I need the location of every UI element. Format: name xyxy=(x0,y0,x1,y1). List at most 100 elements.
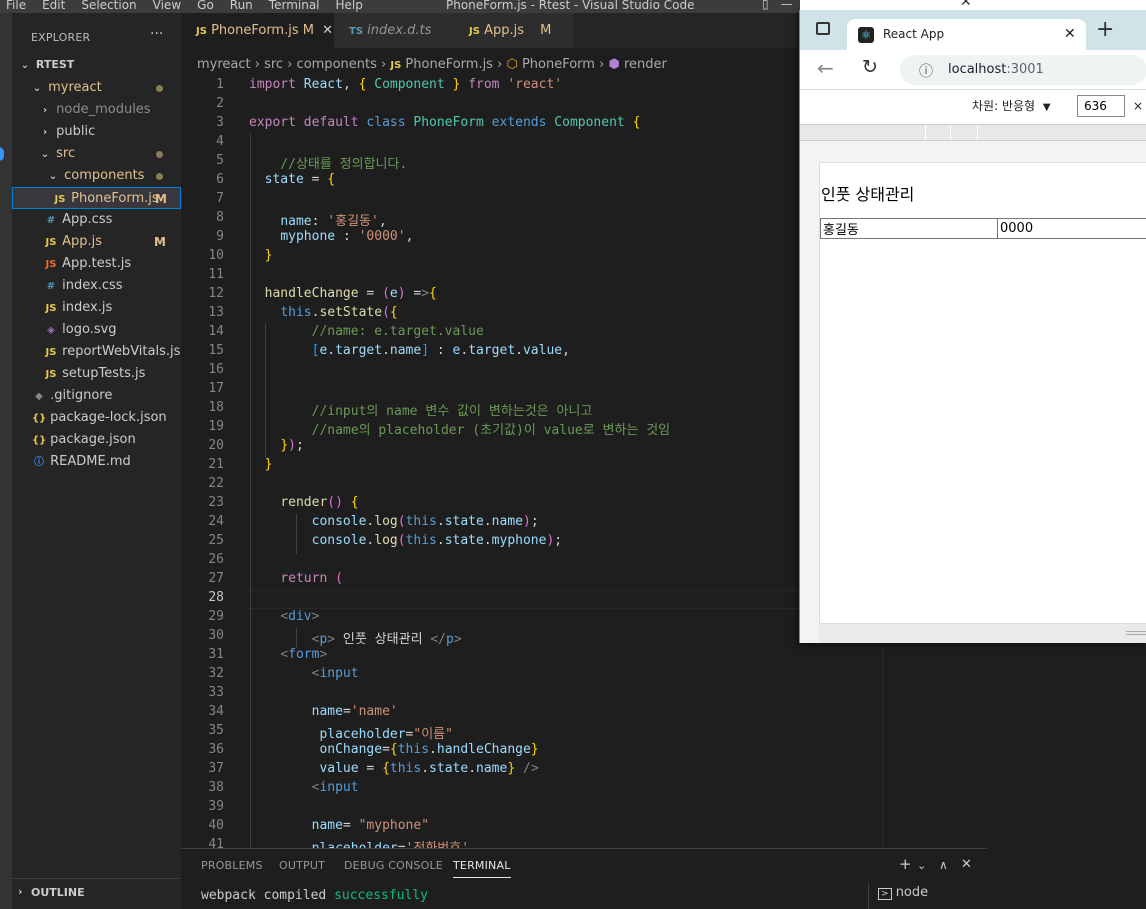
minimap[interactable] xyxy=(882,643,987,848)
chevron-down-icon[interactable]: ⌄ xyxy=(917,859,926,872)
panel-tab-problems[interactable]: PROBLEMS xyxy=(201,859,263,872)
tree-root[interactable]: ⌄ RTEST xyxy=(12,54,181,76)
breadcrumb-item[interactable]: render xyxy=(624,57,667,72)
code-line[interactable]: import React, { Component } from 'react' xyxy=(249,77,562,92)
tab-actions-icon[interactable] xyxy=(816,22,830,35)
menu-edit[interactable]: Edit xyxy=(42,0,65,12)
menu-file[interactable]: File xyxy=(6,0,26,12)
browser-tab-react-app[interactable]: ⚛ React App ✕ xyxy=(847,19,1086,50)
tree-item-readme[interactable]: ⓘ README.md xyxy=(12,451,181,473)
tree-item-public[interactable]: › public xyxy=(12,121,181,143)
code-line[interactable]: <input xyxy=(249,666,359,681)
code-line[interactable]: <input xyxy=(249,780,359,795)
breadcrumb-item[interactable]: src xyxy=(264,57,283,72)
tree-item-reportwebvitals[interactable]: JS reportWebVitals.js xyxy=(12,341,181,363)
name-input[interactable] xyxy=(820,218,998,239)
tab-app-js[interactable]: JS App.js M xyxy=(454,13,573,48)
code-line[interactable]: myphone : '0000', xyxy=(249,229,413,244)
tree-item-myreact[interactable]: ⌄ myreact xyxy=(12,77,181,99)
horizontal-scrollbar[interactable] xyxy=(819,624,1146,643)
code-line[interactable]: placeholder="이름" xyxy=(249,723,453,742)
info-icon[interactable]: ⓘ xyxy=(919,61,933,81)
tree-item-node-modules[interactable]: › node_modules xyxy=(12,99,181,121)
code-line[interactable]: //name: e.target.value xyxy=(249,324,484,339)
code-line[interactable]: console.log(this.state.name); xyxy=(249,514,539,529)
tree-label: App.css xyxy=(62,212,113,227)
dimensions-dropdown[interactable]: 차원: 반응형 ▼ xyxy=(972,97,1051,114)
tree-item-components[interactable]: ⌄ components xyxy=(12,165,181,187)
breadcrumb-item[interactable]: PhoneForm.js xyxy=(405,57,493,72)
address-bar[interactable]: ⓘ localhost:3001 xyxy=(900,55,1146,85)
width-input[interactable] xyxy=(1077,95,1125,117)
code-line[interactable]: onChange={this.handleChange} xyxy=(249,742,538,757)
outline-section[interactable]: › OUTLINE xyxy=(12,878,181,909)
reload-icon[interactable]: ↻ xyxy=(862,56,878,78)
tree-item-app-css[interactable]: # App.css xyxy=(12,209,181,231)
code-line[interactable]: <p> 인풋 상태관리 </p> xyxy=(249,628,462,647)
tree-item-setuptests[interactable]: JS setupTests.js xyxy=(12,363,181,385)
tree-item-src[interactable]: ⌄ src xyxy=(12,143,181,165)
code-line[interactable]: name: '홍길동', xyxy=(249,210,386,229)
tree-item-package-json[interactable]: {} package.json xyxy=(12,429,181,451)
maximize-panel-icon[interactable]: ∧ xyxy=(939,858,948,872)
code-line[interactable]: render() { xyxy=(249,495,358,510)
close-panel-icon[interactable]: ✕ xyxy=(961,857,972,872)
code-line[interactable]: export default class PhoneForm extends C… xyxy=(249,115,640,130)
code-line[interactable]: <form> xyxy=(249,647,327,662)
breadcrumb-item[interactable]: myreact xyxy=(197,57,251,72)
tree-item-logo-svg[interactable]: ◈ logo.svg xyxy=(12,319,181,341)
terminal-instance-node[interactable]: > node xyxy=(868,883,987,909)
menu-selection[interactable]: Selection xyxy=(81,0,136,12)
panel-tab-output[interactable]: OUTPUT xyxy=(279,859,325,872)
new-tab-icon[interactable]: + xyxy=(1096,19,1114,41)
menu-terminal[interactable]: Terminal xyxy=(269,0,320,12)
code-line[interactable]: this.setState({ xyxy=(249,305,397,320)
code-line[interactable]: handleChange = (e) =>{ xyxy=(249,286,437,301)
modified-dot xyxy=(156,151,163,158)
menu-go[interactable]: Go xyxy=(197,0,214,12)
phone-input[interactable] xyxy=(997,218,1146,239)
tree-item-app-test[interactable]: JS App.test.js xyxy=(12,253,181,275)
code-line[interactable]: //상태를 정의합니다. xyxy=(249,153,407,172)
code-line[interactable]: }); xyxy=(249,438,303,453)
tab-index-d-ts[interactable]: TS index.d.ts xyxy=(334,13,454,48)
tree-item-package-lock[interactable]: {} package-lock.json xyxy=(12,407,181,429)
close-window-icon[interactable]: ✕ xyxy=(960,0,972,10)
close-tab-icon[interactable]: ✕ xyxy=(1064,26,1076,42)
code-line[interactable]: //input의 name 변수 값이 변하는것은 아니고 xyxy=(249,400,593,419)
tree-item-gitignore[interactable]: ◆ .gitignore xyxy=(12,385,181,407)
more-actions-icon[interactable]: ··· xyxy=(150,26,163,42)
tab-phoneform[interactable]: JS PhoneForm.js M ✕ xyxy=(181,13,334,48)
panel-tab-debug-console[interactable]: DEBUG CONSOLE xyxy=(344,859,443,872)
code-line[interactable]: <div> xyxy=(249,609,319,624)
terminal-status: successfully xyxy=(334,888,428,903)
breadcrumb-item[interactable]: components xyxy=(297,57,377,72)
tree-item-app-js[interactable]: JS App.js M xyxy=(12,231,181,253)
close-icon[interactable]: ✕ xyxy=(322,23,333,38)
terminal-output[interactable]: webpack compiled successfully xyxy=(201,888,428,903)
add-terminal-icon[interactable]: + xyxy=(899,855,912,873)
code-line[interactable]: //name의 placeholder (초기값)이 value로 변하는 것임 xyxy=(249,419,671,438)
panel-tab-terminal[interactable]: TERMINAL xyxy=(453,859,511,878)
menu-run[interactable]: Run xyxy=(230,0,253,12)
code-line[interactable]: state = { xyxy=(249,172,335,187)
code-line[interactable]: } xyxy=(249,457,273,472)
code-line[interactable]: name= "myphone" xyxy=(249,818,429,833)
code-line[interactable]: name='name' xyxy=(249,704,398,719)
code-line[interactable]: console.log(this.state.myphone); xyxy=(249,533,563,548)
tree-item-index-js[interactable]: JS index.js xyxy=(12,297,181,319)
tree-item-index-css[interactable]: # index.css xyxy=(12,275,181,297)
menu-view[interactable]: View xyxy=(153,0,181,12)
tree-item-phoneform[interactable]: JS PhoneForm.js M xyxy=(12,187,181,209)
react-logo-icon: ⚛ xyxy=(858,27,874,43)
code-line[interactable]: return ( xyxy=(249,571,343,586)
breadcrumb-item[interactable]: PhoneForm xyxy=(522,57,595,72)
tab-label: PhoneForm.js xyxy=(211,23,299,38)
code-line[interactable]: } xyxy=(249,248,273,263)
code-line[interactable]: [e.target.name] : e.target.value, xyxy=(249,343,570,358)
menu-help[interactable]: Help xyxy=(336,0,363,12)
minimize-icon[interactable]: — xyxy=(781,0,793,11)
back-icon[interactable]: ← xyxy=(817,56,834,80)
code-line[interactable]: value = {this.state.name} /> xyxy=(249,761,538,776)
layout-icon[interactable]: ▯ xyxy=(762,0,769,11)
